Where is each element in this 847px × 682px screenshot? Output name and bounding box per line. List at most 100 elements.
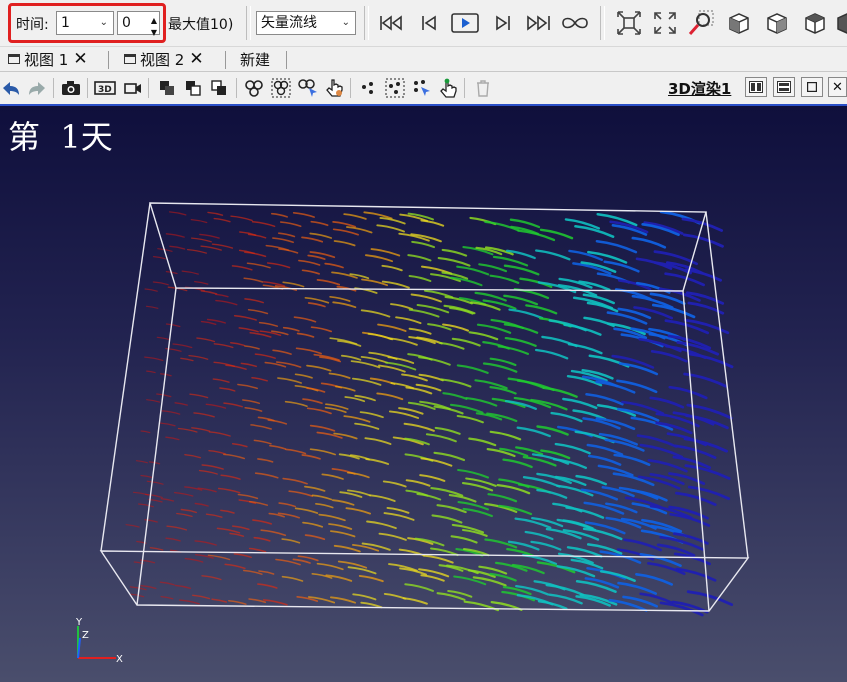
tab-view-1[interactable]: 视图 1 ✕ <box>8 47 88 71</box>
maximize-button[interactable] <box>801 77 823 97</box>
reset-camera-button[interactable] <box>614 8 644 38</box>
hover-cells-button[interactable] <box>323 78 345 98</box>
zoom-to-data-button[interactable] <box>650 8 680 38</box>
split-vertical-button[interactable] <box>182 78 204 98</box>
interactive-select-points-button[interactable] <box>411 78 433 98</box>
view-plus-y-button[interactable] <box>800 8 830 38</box>
close-view-button[interactable]: ✕ <box>828 77 847 97</box>
last-frame-button[interactable] <box>524 8 554 38</box>
streamline <box>332 221 356 228</box>
zoom-to-box-icon <box>688 10 714 35</box>
streamline <box>329 295 351 302</box>
streamline <box>516 426 551 438</box>
tab-new[interactable]: 新建 <box>240 47 270 71</box>
play-button[interactable] <box>450 8 480 38</box>
toggle-3d-button[interactable]: 3D <box>94 78 116 98</box>
hover-points-button[interactable] <box>437 78 459 98</box>
first-frame-button[interactable] <box>376 8 406 38</box>
camera-undo-icon <box>3 82 19 95</box>
representation-select[interactable]: 矢量流线 ⌄ <box>256 11 356 35</box>
streamline <box>649 396 685 409</box>
streamline <box>282 281 305 288</box>
streamline <box>332 301 357 309</box>
streamline <box>567 343 603 355</box>
time-step-spinbox[interactable]: 0 ▲ ▼ <box>117 11 160 37</box>
split-horizontal-icon <box>749 81 763 93</box>
streamline <box>385 361 417 371</box>
streamline <box>562 397 598 410</box>
max-time-label: 最大值10) <box>168 17 234 33</box>
streamline <box>219 387 236 392</box>
maximize-view-button[interactable] <box>208 78 230 98</box>
streamline <box>639 553 682 567</box>
previous-frame-button[interactable] <box>414 8 444 38</box>
streamline <box>159 581 175 586</box>
record-camera-button[interactable] <box>122 78 144 98</box>
streamline <box>166 525 188 531</box>
streamline <box>411 240 435 249</box>
streamline <box>504 336 537 347</box>
loop-button[interactable] <box>560 8 590 38</box>
streamline <box>574 225 615 238</box>
spin-down-icon[interactable]: ▼ <box>151 22 157 44</box>
streamline <box>242 399 261 405</box>
split-horizontal-button[interactable] <box>156 78 178 98</box>
streamline <box>582 293 615 305</box>
streamline <box>233 314 257 321</box>
streamline <box>402 597 428 605</box>
camera-redo-button[interactable] <box>26 78 48 98</box>
render-viewport[interactable]: X Y Z 第 1天 <box>0 104 847 682</box>
streamline <box>212 378 230 383</box>
interactive-select-cells-button[interactable] <box>297 78 319 98</box>
camera-icon <box>62 81 80 95</box>
next-frame-button[interactable] <box>488 8 518 38</box>
tab-view-2[interactable]: 视图 2 ✕ <box>124 47 204 71</box>
camera-undo-button[interactable] <box>0 78 22 98</box>
streamline <box>186 248 208 254</box>
select-points-button[interactable] <box>358 78 380 98</box>
streamline <box>307 302 326 308</box>
time-select[interactable]: 1 ⌄ <box>56 11 114 35</box>
streamline <box>165 233 185 238</box>
tab-separator <box>225 51 226 69</box>
streamline <box>246 262 271 269</box>
streamline <box>144 356 164 361</box>
streamline <box>503 323 539 334</box>
time-select-value: 1 <box>61 15 70 31</box>
streamline <box>292 212 315 218</box>
streamline <box>281 538 301 544</box>
streamline <box>366 520 397 530</box>
split-view-horizontal-button[interactable] <box>745 77 767 97</box>
streamline <box>237 493 259 500</box>
streamline <box>125 524 140 528</box>
axis-z-label: Z <box>82 630 89 641</box>
streamline <box>309 424 336 432</box>
toolbar-separator <box>236 78 237 98</box>
select-cells-on-button[interactable] <box>243 78 265 98</box>
view-plus-x-button[interactable] <box>724 8 754 38</box>
streamline <box>211 243 234 249</box>
streamline <box>140 430 151 434</box>
screenshot-button[interactable] <box>60 78 82 98</box>
streamline <box>229 532 245 537</box>
streamline <box>387 356 415 364</box>
clear-selection-button[interactable] <box>472 78 494 98</box>
close-icon[interactable]: ✕ <box>189 49 203 69</box>
split-view-vertical-button[interactable] <box>773 77 795 97</box>
streamline <box>230 341 245 347</box>
select-points-on-button[interactable] <box>270 78 292 98</box>
view-minus-x-button[interactable] <box>762 8 792 38</box>
streamline <box>230 215 253 222</box>
streamline <box>403 422 435 432</box>
streamline <box>416 493 442 501</box>
select-points-frustum-button[interactable] <box>384 78 406 98</box>
streamline <box>542 386 578 398</box>
streamline-scene[interactable]: X Y Z <box>0 106 847 682</box>
streamline <box>223 453 246 460</box>
view-minus-y-button[interactable] <box>834 8 847 38</box>
streamline <box>332 228 359 236</box>
streamline <box>207 211 224 216</box>
close-icon[interactable]: ✕ <box>73 49 87 69</box>
streamline <box>422 554 454 564</box>
zoom-to-box-button[interactable] <box>686 8 716 38</box>
